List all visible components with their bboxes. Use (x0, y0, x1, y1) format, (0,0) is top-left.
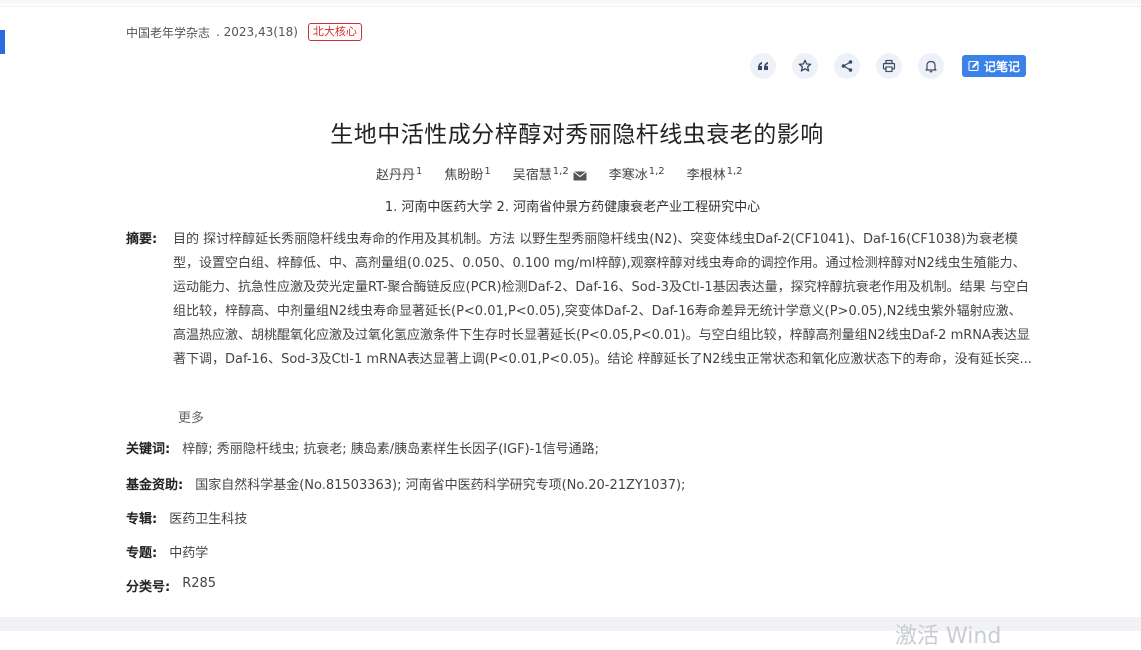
source-line: 中国老年学杂志 . 2023,43(18) 北大核心 (126, 23, 362, 41)
mail-icon[interactable] (572, 170, 587, 181)
funding-value[interactable]: 国家自然科学基金(No.81503363); 河南省中医药科学研究专项(No.2… (195, 474, 685, 493)
author-link[interactable]: 赵丹丹1 (376, 164, 422, 183)
series-value: 医药卫生科技 (169, 512, 248, 527)
author-link[interactable]: 李寒冰1,2 (609, 164, 665, 183)
funding-row: 基金资助: 国家自然科学基金(No.81503363); 河南省中医药科学研究专… (126, 474, 685, 493)
top-border (0, 0, 1141, 7)
bell-icon[interactable] (918, 53, 944, 79)
journal-issue[interactable]: . 2023,43(18) (216, 25, 298, 39)
author-link[interactable]: 吴宿慧1,2 (513, 164, 587, 183)
author-list: 赵丹丹1 焦盼盼1 吴宿慧1,2 李寒冰1,2 李根林1,2 (376, 164, 743, 183)
series-row: 专辑: 医药卫生科技 (126, 508, 247, 527)
keywords-row: 关键词: 梓醇; 秀丽隐杆线虫; 抗衰老; 胰岛素/胰岛素样生长因子(IGF)-… (126, 438, 599, 457)
topic-value: 中药学 (169, 546, 209, 561)
keywords-value[interactable]: 梓醇; 秀丽隐杆线虫; 抗衰老; 胰岛素/胰岛素样生长因子(IGF)-1信号通路… (182, 438, 599, 457)
affiliations[interactable]: 1. 河南中医药大学 2. 河南省仲景方药健康衰老产业工程研究中心 (0, 196, 1141, 215)
take-notes-label: 记笔记 (984, 59, 1021, 74)
article-title: 生地中活性成分梓醇对秀丽隐杆线虫衰老的影响 (330, 122, 824, 148)
core-journal-badge: 北大核心 (307, 23, 362, 41)
topic-label: 专题: (126, 546, 158, 561)
topic-row: 专题: 中药学 (126, 542, 208, 561)
author-link[interactable]: 李根林1,2 (687, 164, 743, 183)
classification-row: 分类号: R285 (126, 576, 216, 595)
quote-icon[interactable] (750, 53, 776, 79)
abstract-section: 摘要: 目的 探讨梓醇延长秀丽隐杆线虫寿命的作用及其机制。方法 以野生型秀丽隐杆… (126, 228, 1032, 372)
classification-label: 分类号: (126, 580, 171, 595)
share-icon[interactable] (834, 53, 860, 79)
journal-name[interactable]: 中国老年学杂志 (126, 24, 210, 41)
abstract-label: 摘要: (126, 232, 158, 247)
activation-watermark: 激活 Wind (895, 624, 1002, 649)
side-collapse-tab[interactable] (0, 30, 5, 54)
edit-icon (968, 60, 979, 72)
take-notes-button[interactable]: 记笔记 (962, 55, 1027, 77)
print-icon[interactable] (876, 53, 902, 79)
article-toolbar: 记笔记 (750, 53, 1027, 79)
series-label: 专辑: (126, 512, 158, 527)
classification-value: R285 (182, 576, 217, 591)
abstract-text: 目的 探讨梓醇延长秀丽隐杆线虫寿命的作用及其机制。方法 以野生型秀丽隐杆线虫(N… (173, 232, 1032, 367)
star-icon[interactable] (792, 53, 818, 79)
funding-label: 基金资助: (126, 478, 184, 493)
more-link[interactable]: 更多 (178, 407, 204, 426)
keywords-label: 关键词: (126, 442, 171, 457)
author-link[interactable]: 焦盼盼1 (444, 164, 490, 183)
